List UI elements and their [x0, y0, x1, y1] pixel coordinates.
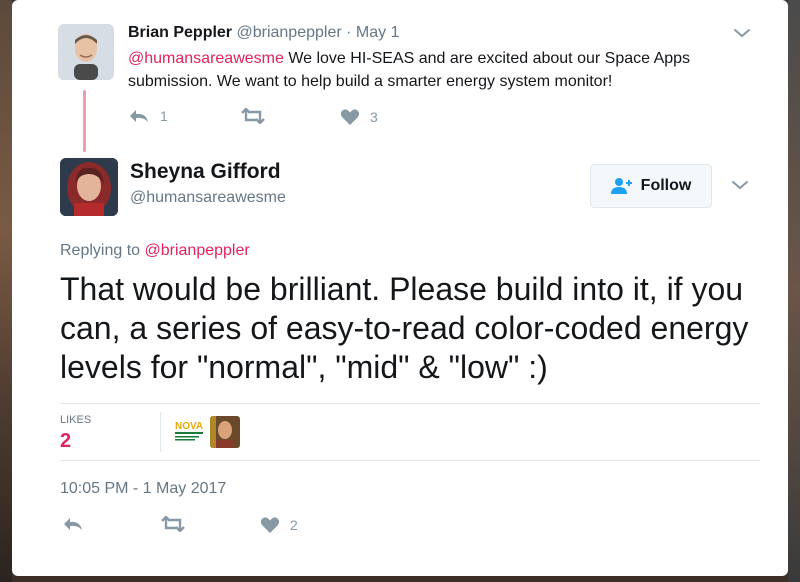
replying-to: Replying to @brianpeppler [60, 242, 250, 260]
mention-link[interactable]: @humansareawesme [128, 50, 284, 67]
liker-avatar[interactable] [210, 416, 240, 448]
nova-logo-text: NOVA [175, 421, 203, 432]
tweet-date[interactable]: May 1 [356, 24, 400, 41]
retweet-icon [161, 516, 185, 532]
reply-button[interactable]: 1 [128, 108, 168, 124]
tweet-timestamp[interactable]: 10:05 PM - 1 May 2017 [60, 480, 226, 498]
thread-connector [83, 90, 86, 152]
retweet-button[interactable] [160, 516, 186, 532]
reply-count: 1 [160, 108, 168, 124]
parent-header: Brian Peppler @brianpeppler · May 1 [128, 24, 400, 42]
replying-prefix: Replying to [60, 242, 145, 259]
background-left [0, 0, 12, 582]
tweet-stats: LIKES 2 NOVA [60, 403, 760, 461]
avatar[interactable] [58, 24, 114, 80]
parent-tweet-text: @humansareawesme We love HI-SEAS and are… [128, 47, 748, 93]
tweet-card: Brian Peppler @brianpeppler · May 1 @hum… [12, 0, 788, 576]
retweet-icon [241, 108, 265, 124]
mention-link[interactable]: @brianpeppler [145, 242, 250, 259]
background-right [788, 0, 800, 582]
tweet-text: That would be brilliant. Please build in… [60, 271, 749, 385]
like-button[interactable]: 2 [260, 516, 298, 534]
separator-dot: · [346, 24, 352, 41]
chevron-down-icon[interactable] [730, 178, 750, 192]
likes-count[interactable]: 2 [60, 430, 71, 453]
reply-arrow-icon [130, 110, 148, 122]
retweet-button[interactable] [240, 108, 276, 124]
add-user-icon [610, 178, 632, 194]
follow-button[interactable]: Follow [590, 164, 712, 208]
like-count: 3 [370, 109, 378, 125]
liker-avatar-nova[interactable]: NOVA [174, 416, 204, 448]
avatar[interactable] [60, 158, 118, 216]
heart-icon [260, 517, 280, 533]
chevron-down-icon[interactable] [732, 26, 752, 40]
follow-label: Follow [640, 177, 692, 194]
reply-arrow-icon [64, 518, 82, 530]
author-name[interactable]: Sheyna Gifford [130, 160, 281, 184]
author-name[interactable]: Brian Peppler [128, 24, 232, 41]
heart-icon [340, 109, 360, 125]
divider [160, 412, 161, 452]
author-handle[interactable]: @humansareawesme [130, 189, 286, 207]
like-count: 2 [290, 517, 298, 533]
reply-button[interactable] [62, 516, 84, 532]
likes-label: LIKES [60, 414, 92, 426]
author-handle[interactable]: @brianpeppler [236, 24, 341, 41]
parent-tweet: Brian Peppler @brianpeppler · May 1 @hum… [12, 0, 788, 152]
like-button[interactable]: 3 [340, 108, 378, 126]
